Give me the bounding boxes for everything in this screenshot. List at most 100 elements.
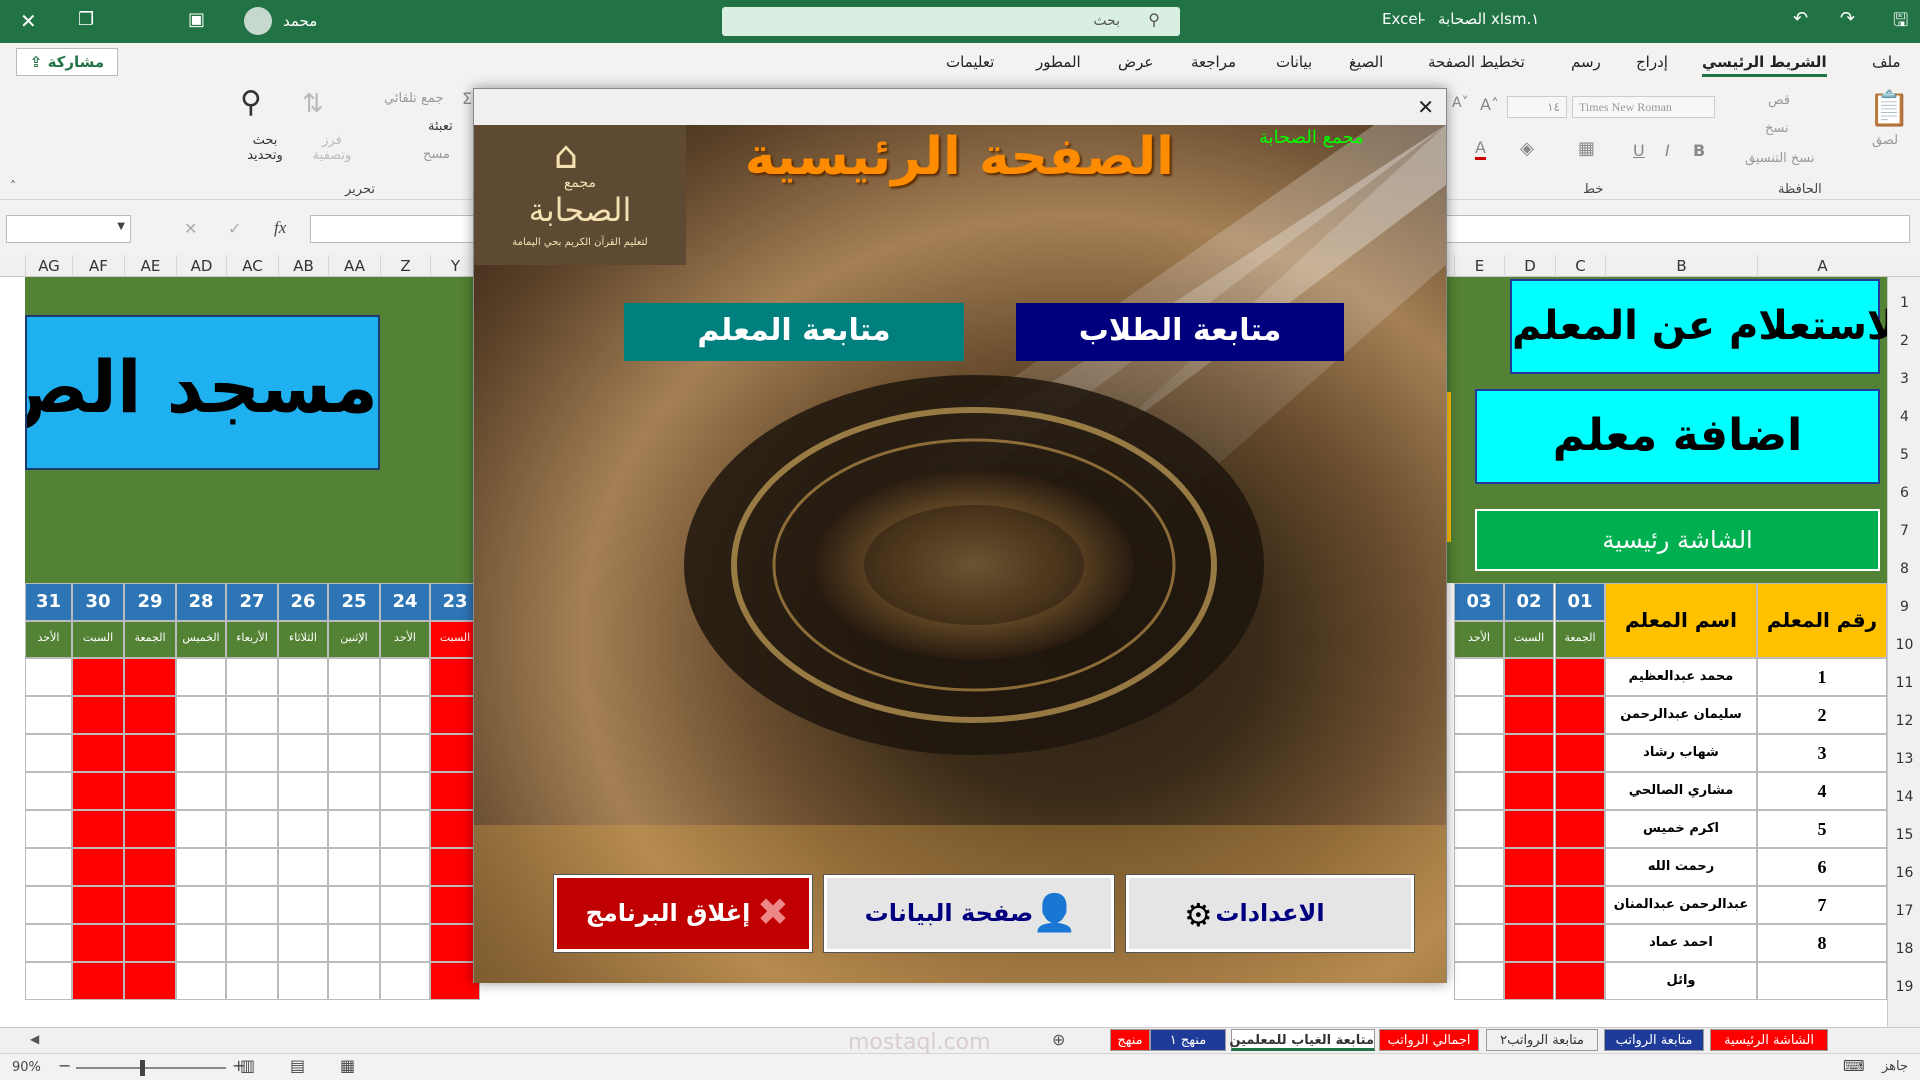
decrease-font-icon[interactable]: A˅ bbox=[1452, 95, 1469, 111]
zoom-slider[interactable] bbox=[76, 1067, 226, 1069]
attendance-cell[interactable] bbox=[328, 962, 380, 1000]
teacher-num-cell[interactable] bbox=[1757, 962, 1887, 1000]
increase-font-icon[interactable]: A˄ bbox=[1480, 95, 1499, 114]
attendance-cell[interactable] bbox=[278, 696, 328, 734]
fill-color-icon[interactable]: ◈ bbox=[1520, 138, 1534, 159]
zoom-level[interactable]: 90% bbox=[12, 1060, 41, 1075]
sheet-tab[interactable]: متابعة الرواتب٢ bbox=[1486, 1029, 1598, 1051]
attendance-cell[interactable] bbox=[1504, 924, 1554, 962]
restore-icon[interactable]: ❐ bbox=[78, 9, 94, 30]
attendance-cell[interactable] bbox=[278, 772, 328, 810]
attendance-cell[interactable] bbox=[1454, 772, 1504, 810]
attendance-cell[interactable] bbox=[25, 734, 72, 772]
attendance-cell[interactable] bbox=[25, 658, 72, 696]
attendance-cell[interactable] bbox=[328, 810, 380, 848]
font-color-icon[interactable]: A bbox=[1475, 138, 1486, 160]
attendance-cell[interactable] bbox=[124, 658, 176, 696]
attendance-cell[interactable] bbox=[1555, 924, 1605, 962]
attendance-cell[interactable] bbox=[72, 810, 124, 848]
attendance-cell[interactable] bbox=[328, 772, 380, 810]
row-header[interactable]: 18 bbox=[1888, 941, 1920, 957]
attendance-cell[interactable] bbox=[226, 696, 278, 734]
attendance-cell[interactable] bbox=[328, 734, 380, 772]
row-header[interactable]: 4 bbox=[1888, 409, 1920, 425]
attendance-cell[interactable] bbox=[1454, 962, 1504, 1000]
cancel-formula-icon[interactable]: ✕ bbox=[184, 219, 197, 238]
sheet-tab[interactable]: منهج bbox=[1110, 1029, 1150, 1051]
teacher-name-cell[interactable]: رحمت الله bbox=[1605, 848, 1757, 886]
attendance-cell[interactable] bbox=[226, 772, 278, 810]
teacher-name-cell[interactable]: مشاري الصالحي bbox=[1605, 772, 1757, 810]
attendance-cell[interactable] bbox=[226, 886, 278, 924]
borders-icon[interactable]: ▦ bbox=[1578, 138, 1595, 159]
teacher-name-cell[interactable]: وائل bbox=[1605, 962, 1757, 1000]
column-header[interactable]: AF bbox=[72, 255, 124, 277]
attendance-cell[interactable] bbox=[176, 848, 226, 886]
attendance-cell[interactable] bbox=[278, 886, 328, 924]
tab-insert[interactable]: إدراج bbox=[1636, 53, 1668, 71]
font-name-select[interactable]: Times New Roman bbox=[1572, 96, 1715, 118]
attendance-cell[interactable] bbox=[1454, 886, 1504, 924]
attendance-cell[interactable] bbox=[1555, 886, 1605, 924]
row-header[interactable]: 2 bbox=[1888, 333, 1920, 349]
zoom-out-icon[interactable]: − bbox=[58, 1056, 71, 1075]
column-header[interactable]: AB bbox=[278, 255, 328, 277]
attendance-cell[interactable] bbox=[1454, 848, 1504, 886]
attendance-cell[interactable] bbox=[380, 962, 430, 1000]
attendance-cell[interactable] bbox=[25, 848, 72, 886]
attendance-cell[interactable] bbox=[25, 924, 72, 962]
sheet-tab[interactable]: اجمالي الرواتب bbox=[1379, 1029, 1479, 1051]
teacher-name-cell[interactable]: محمد عبدالعظيم bbox=[1605, 658, 1757, 696]
teacher-name-cell[interactable]: احمد عماد bbox=[1605, 924, 1757, 962]
attendance-cell[interactable] bbox=[124, 696, 176, 734]
add-sheet-icon[interactable]: ⊕ bbox=[1052, 1030, 1065, 1049]
attendance-cell[interactable] bbox=[380, 696, 430, 734]
row-header[interactable]: 13 bbox=[1888, 751, 1920, 767]
attendance-cell[interactable] bbox=[1555, 810, 1605, 848]
bold-icon[interactable]: B bbox=[1693, 141, 1705, 160]
row-header[interactable]: 14 bbox=[1888, 789, 1920, 805]
column-header[interactable]: AE bbox=[124, 255, 176, 277]
row-header[interactable]: 1 bbox=[1888, 295, 1920, 311]
tab-page-layout[interactable]: تخطيط الصفحة bbox=[1428, 53, 1525, 71]
zoom-slider-thumb[interactable] bbox=[140, 1060, 145, 1076]
attendance-cell[interactable] bbox=[380, 810, 430, 848]
sort-filter-icon[interactable]: ⇅ bbox=[302, 89, 324, 119]
attendance-cell[interactable] bbox=[25, 772, 72, 810]
attendance-cell[interactable] bbox=[72, 886, 124, 924]
row-header[interactable]: 6 bbox=[1888, 485, 1920, 501]
attendance-cell[interactable] bbox=[1454, 924, 1504, 962]
attendance-cell[interactable] bbox=[72, 696, 124, 734]
attendance-cell[interactable] bbox=[1555, 734, 1605, 772]
attendance-cell[interactable] bbox=[72, 962, 124, 1000]
attendance-cell[interactable] bbox=[1504, 772, 1554, 810]
attendance-cell[interactable] bbox=[1504, 848, 1554, 886]
attendance-cell[interactable] bbox=[124, 962, 176, 1000]
teacher-num-cell[interactable]: 3 bbox=[1757, 734, 1887, 772]
column-header[interactable]: AC bbox=[226, 255, 278, 277]
row-header[interactable]: 3 bbox=[1888, 371, 1920, 387]
data-page-button[interactable]: صفحة البيانات 👤 bbox=[823, 874, 1115, 953]
collapse-ribbon-icon[interactable]: ˄ bbox=[10, 179, 16, 193]
attendance-cell[interactable] bbox=[1504, 810, 1554, 848]
attendance-cell[interactable] bbox=[328, 886, 380, 924]
normal-view-icon[interactable]: ▦ bbox=[340, 1056, 355, 1075]
column-header[interactable]: AG bbox=[25, 255, 72, 277]
accessibility-icon[interactable]: ⌨ bbox=[1843, 1057, 1865, 1075]
tab-view[interactable]: عرض bbox=[1118, 53, 1153, 71]
attendance-cell[interactable] bbox=[380, 734, 430, 772]
teacher-name-cell[interactable]: شهاب رشاد bbox=[1605, 734, 1757, 772]
attendance-cell[interactable] bbox=[176, 810, 226, 848]
inquire-teacher-button[interactable]: الاستعلام عن المعلم bbox=[1510, 279, 1887, 374]
attendance-cell[interactable] bbox=[72, 772, 124, 810]
teacher-name-cell[interactable]: عبدالرحمن عبدالمنان bbox=[1605, 886, 1757, 924]
fill-button[interactable]: تعبئة bbox=[428, 119, 453, 134]
sheet-tab[interactable]: منهج ١ bbox=[1150, 1029, 1226, 1051]
attendance-cell[interactable] bbox=[278, 848, 328, 886]
row-header[interactable]: 7 bbox=[1888, 523, 1920, 539]
teacher-num-cell[interactable]: 8 bbox=[1757, 924, 1887, 962]
attendance-cell[interactable] bbox=[1504, 962, 1554, 1000]
row-header[interactable]: 9 bbox=[1888, 599, 1920, 615]
row-header[interactable]: 15 bbox=[1888, 827, 1920, 843]
find-icon[interactable]: ⚲ bbox=[240, 85, 262, 120]
